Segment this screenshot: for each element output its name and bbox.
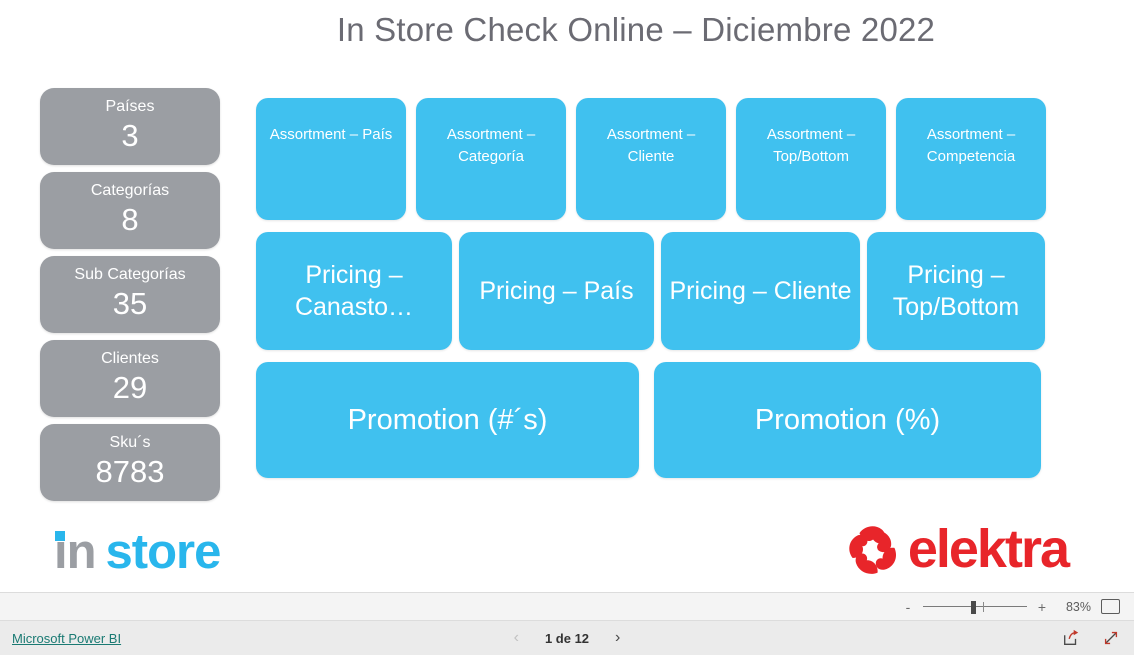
tile-label: Pricing – País	[479, 277, 634, 305]
kpi-value: 29	[112, 370, 148, 405]
kpi-card-paises[interactable]: Países 3	[40, 88, 220, 165]
tile-promotion-percent[interactable]: Promotion (%)	[654, 362, 1041, 478]
kpi-card-clientes[interactable]: Clientes 29	[40, 340, 220, 417]
report-title-container: In Store Check Online – Diciembre 2022	[240, 6, 1032, 74]
zoom-in-button[interactable]: +	[1037, 600, 1047, 614]
kpi-value: 8	[121, 202, 139, 237]
next-page-button[interactable]: ›	[615, 630, 620, 646]
pricing-tile-row: Pricing – Canasto… Pricing – País Pricin…	[256, 232, 1046, 350]
zoom-out-button[interactable]: -	[903, 600, 913, 614]
tile-label: Assortment – Competencia	[926, 126, 1016, 165]
instore-logo-dot	[55, 530, 65, 541]
elektra-logo: elektra	[844, 518, 1070, 580]
fit-to-screen-icon[interactable]	[1101, 599, 1120, 614]
tile-pricing-canasto[interactable]: Pricing – Canasto…	[256, 232, 452, 350]
tile-pricing-pais[interactable]: Pricing – País	[459, 232, 654, 350]
page-navigation: ‹ 1 de 12 ›	[482, 630, 652, 646]
instore-logo: in store	[54, 524, 222, 580]
elektra-pinwheel-icon	[849, 526, 896, 574]
navigation-tile-grid: Assortment – País Assortment – Categoría…	[256, 98, 1046, 478]
zoom-slider[interactable]	[923, 600, 1027, 614]
kpi-card-column: Países 3 Categorías 8 Sub Categorías 35 …	[40, 88, 220, 508]
powerbi-report-viewer: In Store Check Online – Diciembre 2022 P…	[0, 0, 1134, 655]
tile-label: Assortment – Top/Bottom	[766, 126, 856, 165]
report-footer-toolbar: Microsoft Power BI ‹ 1 de 12 ›	[0, 621, 1134, 655]
kpi-label: Países	[105, 98, 155, 115]
kpi-label: Clientes	[101, 350, 159, 367]
footer-actions	[1062, 629, 1120, 647]
tile-label: Assortment – País	[269, 126, 393, 143]
tile-label: Pricing – Cliente	[669, 277, 852, 305]
page-indicator: 1 de 12	[544, 630, 590, 646]
tile-label: Pricing – Top/Bottom	[892, 261, 1020, 321]
instore-logo-store: store	[105, 524, 222, 579]
share-icon[interactable]	[1062, 629, 1080, 647]
tile-assortment-cliente[interactable]: Assortment – Cliente	[576, 98, 726, 220]
tile-label: Promotion (%)	[754, 404, 941, 436]
tile-label: Pricing – Canasto…	[294, 261, 414, 321]
tile-label: Assortment – Cliente	[606, 126, 696, 165]
tile-assortment-competencia[interactable]: Assortment – Competencia	[896, 98, 1046, 220]
elektra-wordmark: elektra	[907, 519, 1070, 579]
kpi-label: Sub Categorías	[74, 266, 186, 283]
tile-promotion-numbers[interactable]: Promotion (#´s)	[256, 362, 639, 478]
zoom-toolbar: - + 83%	[0, 592, 1134, 621]
microsoft-power-bi-link[interactable]: Microsoft Power BI	[12, 631, 121, 646]
tile-label: Promotion (#´s)	[347, 404, 548, 436]
tile-assortment-categoria[interactable]: Assortment – Categoría	[416, 98, 566, 220]
report-canvas: In Store Check Online – Diciembre 2022 P…	[0, 0, 1134, 592]
fullscreen-icon[interactable]	[1102, 629, 1120, 647]
zoom-slider-handle[interactable]	[971, 600, 976, 614]
kpi-value: 3	[121, 118, 139, 153]
tile-pricing-top-bottom[interactable]: Pricing – Top/Bottom	[867, 232, 1045, 350]
previous-page-button[interactable]: ‹	[514, 630, 519, 646]
kpi-value: 8783	[95, 454, 165, 489]
instore-logo-in: in	[54, 527, 97, 577]
kpi-card-categorias[interactable]: Categorías 8	[40, 172, 220, 249]
kpi-value: 35	[112, 286, 148, 321]
kpi-label: Sku´s	[109, 434, 151, 451]
kpi-card-skus[interactable]: Sku´s 8783	[40, 424, 220, 501]
kpi-label: Categorías	[90, 182, 170, 199]
zoom-level-label: 83%	[1065, 599, 1091, 614]
kpi-card-sub-categorias[interactable]: Sub Categorías 35	[40, 256, 220, 333]
promotion-tile-row: Promotion (#´s) Promotion (%)	[256, 362, 1046, 478]
zoom-slider-tick	[983, 601, 984, 612]
tile-label: Assortment – Categoría	[446, 126, 536, 165]
tile-assortment-pais[interactable]: Assortment – País	[256, 98, 406, 220]
tile-pricing-cliente[interactable]: Pricing – Cliente	[661, 232, 860, 350]
page-title: In Store Check Online – Diciembre 2022	[336, 11, 936, 48]
assortment-tile-row: Assortment – País Assortment – Categoría…	[256, 98, 1046, 220]
tile-assortment-top-bottom[interactable]: Assortment – Top/Bottom	[736, 98, 886, 220]
